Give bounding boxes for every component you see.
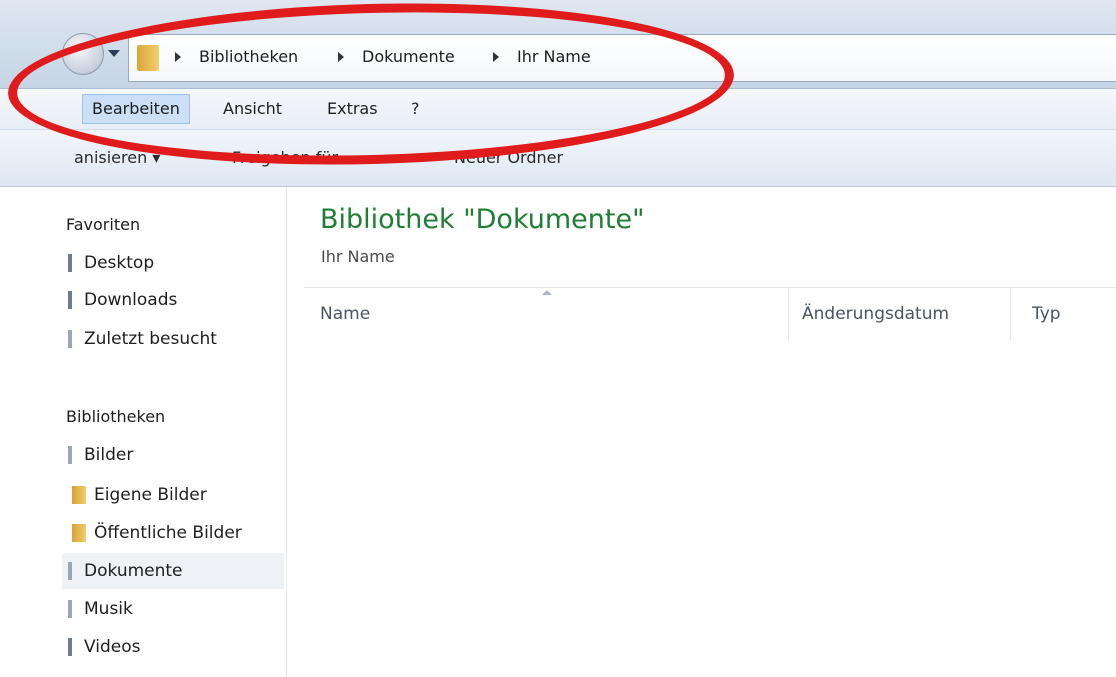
pictures-library-icon: [68, 446, 72, 464]
navigation-pane: Favoriten Desktop Downloads Zuletzt besu…: [0, 187, 287, 677]
nav-item-dokumente[interactable]: Dokumente: [62, 553, 284, 589]
nav-item-label: Eigene Bilder: [94, 485, 207, 505]
folder-icon: [72, 524, 86, 542]
recent-places-icon: [68, 330, 72, 348]
nav-item-bilder[interactable]: Bilder: [62, 437, 284, 473]
library-subtitle[interactable]: Ihr Name: [321, 247, 395, 266]
library-title: Bibliothek "Dokumente": [320, 204, 645, 235]
nav-item-label: Bilder: [84, 445, 134, 465]
column-type[interactable]: Typ: [1032, 304, 1061, 324]
nav-item-videos[interactable]: Videos: [62, 629, 284, 665]
column-name[interactable]: Name: [320, 304, 370, 324]
nav-item-desktop[interactable]: Desktop: [62, 245, 284, 281]
nav-item-label: Desktop: [84, 253, 155, 273]
column-header-row: Name Änderungsdatum Typ: [304, 287, 1116, 340]
folder-icon: [72, 486, 86, 504]
nav-item-label: Öffentliche Bilder: [94, 523, 242, 543]
documents-library-icon: [68, 562, 72, 580]
column-divider[interactable]: [788, 288, 789, 340]
nav-item-downloads[interactable]: Downloads: [62, 282, 284, 318]
music-library-icon: [68, 600, 72, 618]
nav-item-zuletzt-besucht[interactable]: Zuletzt besucht: [62, 321, 284, 357]
nav-item-label: Musik: [84, 599, 133, 619]
nav-item-eigene-bilder[interactable]: Eigene Bilder: [62, 477, 284, 513]
nav-item-label: Dokumente: [84, 561, 183, 581]
libraries-heading[interactable]: Bibliotheken: [66, 407, 165, 426]
videos-library-icon: [68, 638, 72, 656]
nav-item-musik[interactable]: Musik: [62, 591, 284, 627]
desktop-icon: [68, 254, 72, 272]
column-date-modified[interactable]: Änderungsdatum: [802, 304, 949, 324]
nav-item-label: Videos: [84, 637, 141, 657]
nav-item-label: Downloads: [84, 290, 178, 310]
nav-item-label: Zuletzt besucht: [84, 329, 217, 349]
nav-item-oeffentliche-bilder[interactable]: Öffentliche Bilder: [62, 515, 284, 551]
sort-ascending-icon: [542, 290, 552, 295]
column-divider[interactable]: [1010, 288, 1011, 340]
downloads-icon: [68, 291, 72, 309]
favorites-heading[interactable]: Favoriten: [66, 215, 140, 234]
